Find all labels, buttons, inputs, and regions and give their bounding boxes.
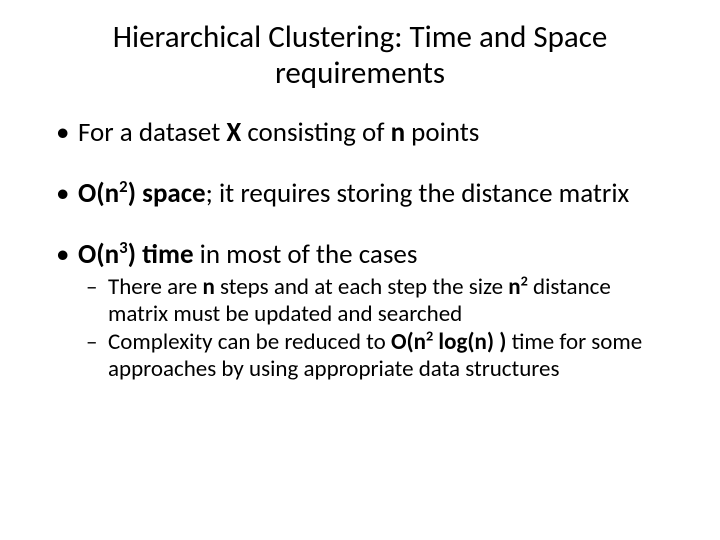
var-X: X <box>226 116 241 149</box>
text: There are <box>108 273 202 301</box>
var-n2: n2 <box>508 273 528 301</box>
text: steps and at each step the size <box>215 273 508 301</box>
bullet-dataset: For a dataset X consisting of n points <box>50 117 670 148</box>
o-open: O(n <box>78 238 119 271</box>
sub-bullet-steps: There are n steps and at each step the s… <box>78 274 670 327</box>
n2-exp: 2 <box>521 272 528 290</box>
text: consisting of <box>241 116 390 149</box>
text: in most of the cases <box>194 238 418 271</box>
slide-title: Hierarchical Clustering: Time and Space … <box>50 20 670 91</box>
o-close: ) time <box>128 238 194 271</box>
big-o-nlogn: O(n2 log(n) ) <box>391 328 506 356</box>
o-mid: log(n) ) <box>433 328 506 356</box>
bullet-list: For a dataset X consisting of n points O… <box>50 117 670 382</box>
n2-base: n <box>508 273 520 301</box>
var-n: n <box>202 273 214 301</box>
exp-3: 3 <box>119 238 127 258</box>
sub-bullet-complexity: Complexity can be reduced to O(n2 log(n)… <box>78 329 670 382</box>
big-o-time: O(n3) time <box>78 238 194 271</box>
var-n: n <box>391 116 406 149</box>
o-open: O(n <box>391 328 426 356</box>
exp-2: 2 <box>119 177 127 197</box>
o-close: ) space <box>128 177 206 210</box>
slide: Hierarchical Clustering: Time and Space … <box>0 0 720 540</box>
big-o-space: O(n2) space <box>78 177 206 210</box>
text: ; it requires storing the distance matri… <box>206 177 630 210</box>
text: For a dataset <box>78 116 226 149</box>
text: points <box>405 116 479 149</box>
text: Complexity can be reduced to <box>108 328 391 356</box>
bullet-space: O(n2) space; it requires storing the dis… <box>50 178 670 209</box>
o-open: O(n <box>78 177 119 210</box>
sub-bullet-list: There are n steps and at each step the s… <box>78 274 670 382</box>
bullet-time: O(n3) time in most of the cases There ar… <box>50 239 670 382</box>
